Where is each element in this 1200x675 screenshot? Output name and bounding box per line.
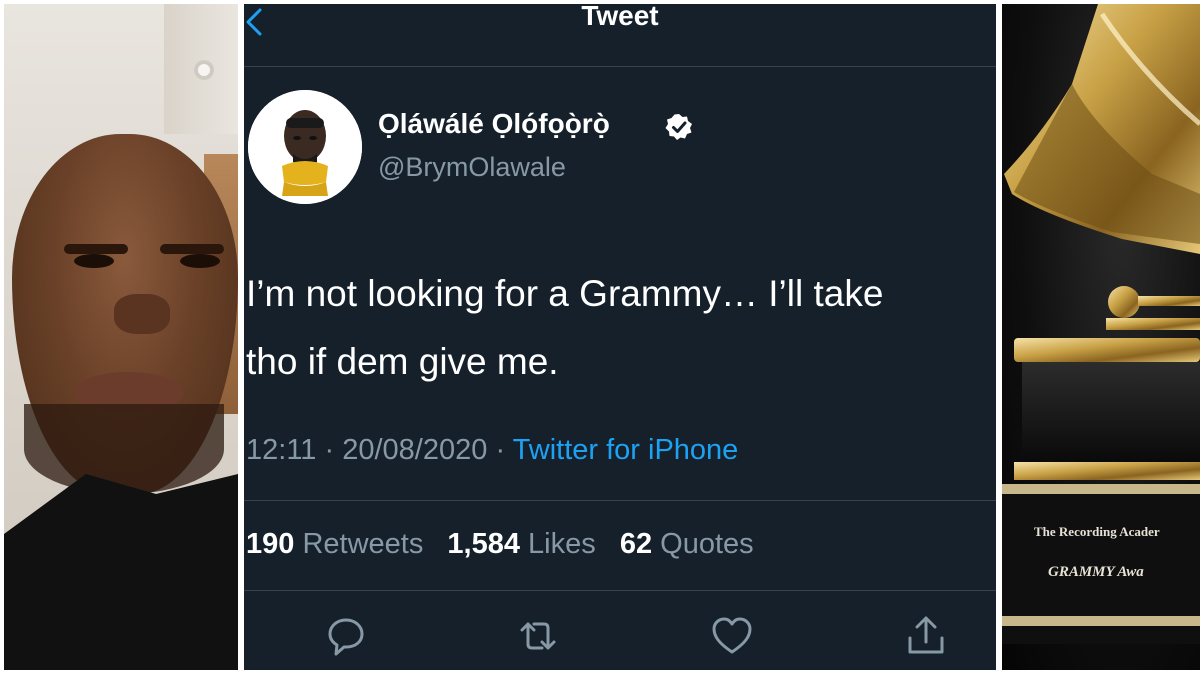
tweet-time: 12:11: [246, 434, 317, 466]
right-eye: [180, 254, 220, 268]
plaque-line-1: The Recording Acader: [1034, 524, 1160, 539]
meta-separator: ·: [324, 434, 335, 466]
page-title: Tweet: [581, 4, 659, 31]
likes-stat[interactable]: 1,584 Likes: [447, 528, 595, 560]
reply-icon[interactable]: [324, 614, 368, 658]
tweet-screenshot: Tweet Ọláwálé Ọlọ́fọọ̀rọ̀ @BrymOlawale I…: [244, 4, 996, 670]
likes-label: Likes: [528, 528, 596, 560]
beard: [24, 404, 224, 494]
right-photo-grammy-award: The Recording Acader GRAMMY Awa: [1002, 4, 1200, 670]
black-shirt: [4, 474, 238, 670]
tweet-meta: 12:11 · 20/08/2020 · Twitter for iPhone: [246, 434, 738, 467]
tweet-date: 20/08/2020: [342, 434, 488, 466]
left-photo-man-selfie: [4, 4, 238, 670]
verified-badge-icon: [665, 114, 692, 140]
left-eyebrow: [64, 244, 128, 254]
retweet-icon[interactable]: [516, 614, 560, 658]
user-handle[interactable]: @BrymOlawale: [378, 152, 566, 183]
avatar[interactable]: [248, 90, 362, 204]
quotes-stat[interactable]: 62 Quotes: [620, 528, 754, 560]
avatar-illustration: [248, 90, 362, 204]
retweets-label: Retweets: [302, 528, 424, 560]
tweet-body: I’m not looking for a Grammy… I’ll take …: [246, 260, 996, 396]
right-eyebrow: [160, 244, 224, 254]
retweets-stat[interactable]: 190 Retweets: [246, 528, 423, 560]
likes-count: 1,584: [447, 528, 520, 560]
tweet-text-line-2: tho if dem give me.: [246, 341, 559, 382]
plaque-line-2: GRAMMY Awa: [1048, 564, 1144, 580]
ceiling-light: [194, 60, 214, 80]
divider: [244, 66, 996, 67]
quotes-count: 62: [619, 528, 653, 560]
tweet-text-line-1: I’m not looking for a Grammy… I’ll take: [246, 273, 884, 314]
tweet-stats: 190 Retweets 1,584 Likes 62 Quotes: [246, 528, 754, 561]
tweet-actions: [244, 614, 996, 658]
share-icon[interactable]: [904, 614, 948, 658]
divider: [244, 590, 996, 591]
like-heart-icon[interactable]: [710, 614, 754, 658]
display-name[interactable]: Ọláwálé Ọlọ́fọọ̀rọ̀: [378, 108, 610, 140]
divider: [244, 500, 996, 501]
meta-separator: ·: [495, 434, 506, 466]
tweet-source-link[interactable]: Twitter for iPhone: [513, 434, 739, 466]
left-eye: [74, 254, 114, 268]
quotes-label: Quotes: [660, 528, 754, 560]
nose: [114, 294, 170, 334]
retweets-count: 190: [246, 528, 295, 560]
top-bar: Tweet: [244, 4, 996, 38]
